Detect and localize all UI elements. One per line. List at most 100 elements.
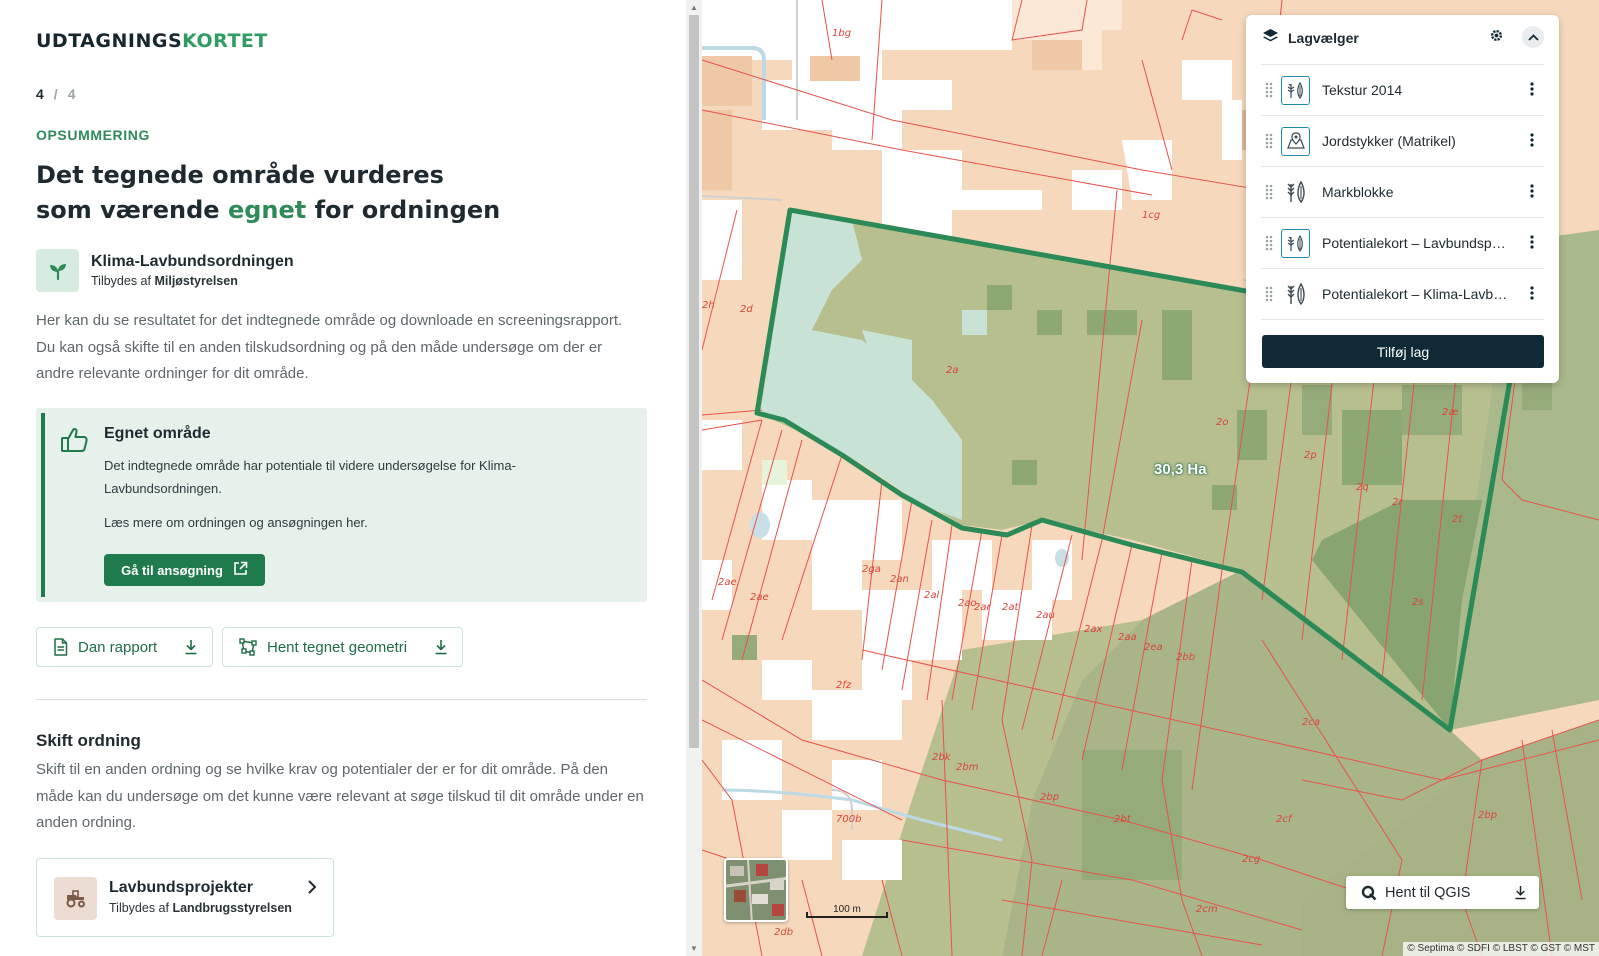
layer-row-potentialekort-klima[interactable]: Potentialekort – Klima-Lavbundsordningen	[1261, 268, 1544, 319]
svg-text:2ae: 2ae	[718, 577, 737, 588]
svg-text:2ca: 2ca	[1302, 717, 1320, 728]
result-alert: Egnet område Det indtegnede område har p…	[36, 408, 647, 602]
download-icon	[434, 639, 448, 655]
scheme-card-provider: Tilbydes af Landbrugsstyrelsen	[109, 901, 292, 915]
svg-text:2q: 2q	[1356, 482, 1369, 493]
svg-text:2al: 2al	[924, 590, 939, 601]
svg-text:2a: 2a	[946, 365, 959, 376]
scheme-card-provider-name: Landbrugsstyrelsen	[172, 901, 292, 915]
generate-report-label: Dan rapport	[78, 638, 158, 656]
texture-icon	[1281, 75, 1310, 105]
qgis-icon	[1361, 885, 1377, 901]
collapse-chevron-up-icon[interactable]	[1522, 26, 1544, 48]
scale-bar: 100 m	[806, 904, 888, 920]
svg-text:2bp: 2bp	[1040, 792, 1059, 803]
basemap-toggle-thumbnail[interactable]	[724, 858, 788, 922]
apply-button-label: Gå til ansøgning	[121, 562, 223, 578]
logo-text-2: KORTET	[182, 30, 268, 52]
crop-icon	[1281, 178, 1310, 207]
scheme-provider: Tilbydes af Miljøstyrelsen	[91, 274, 294, 288]
parcel-icon	[1281, 126, 1310, 156]
more-options-icon[interactable]	[1530, 235, 1534, 249]
layer-name: Potentialekort – Klima-Lavbundsordningen	[1322, 286, 1510, 302]
svg-text:2d: 2d	[740, 304, 753, 315]
app-logo[interactable]: UDTAGNINGSKORTET	[36, 30, 268, 52]
drag-handle-icon[interactable]	[1265, 82, 1273, 98]
svg-text:2cg: 2cg	[1242, 854, 1260, 865]
scroll-down-arrow[interactable]: ▼	[690, 944, 698, 953]
section-eyebrow: OPSUMMERING	[36, 127, 150, 143]
add-layer-button[interactable]: Tilføj lag	[1262, 335, 1544, 368]
map-view[interactable]: 1bg 1cg 2d 2a 2o 2p 2q 2r 2t 2s 2æ 2ga 2…	[702, 0, 1599, 956]
thumbs-up-icon	[60, 426, 90, 459]
sprout-icon	[36, 249, 79, 292]
layer-row-jordstykker[interactable]: Jordstykker (Matrikel)	[1261, 115, 1544, 166]
sidebar-panel: UDTAGNINGSKORTET 4 / 4 OPSUMMERING Det teg…	[0, 0, 686, 956]
external-link-icon	[233, 561, 248, 579]
download-icon	[184, 639, 198, 655]
export-qgis-button[interactable]: Hent til QGIS	[1346, 876, 1539, 909]
svg-text:2an: 2an	[890, 574, 909, 585]
step-total: 4	[67, 86, 76, 102]
headline-line-1: Det tegnede område vurderes	[36, 161, 444, 189]
layer-row-tekstur[interactable]: Tekstur 2014	[1261, 64, 1544, 115]
svg-text:2s: 2s	[1412, 597, 1424, 608]
svg-text:1bg: 1bg	[832, 28, 851, 39]
svg-text:2ax: 2ax	[1084, 624, 1102, 635]
layer-row-potentialekort-lavbund[interactable]: Potentialekort – Lavbundsprojekter	[1261, 217, 1544, 268]
svg-text:2fz: 2fz	[836, 680, 852, 691]
export-qgis-label: Hent til QGIS	[1385, 884, 1471, 901]
more-options-icon[interactable]	[1530, 133, 1534, 147]
scheme-name: Klima-Lavbundsordningen	[91, 253, 294, 270]
layer-selector-panel: Lagvælger Tekstur 2014 Jordstykker (Matr…	[1246, 15, 1559, 383]
more-options-icon[interactable]	[1530, 286, 1534, 300]
svg-text:2ga: 2ga	[862, 564, 881, 575]
svg-text:700b: 700b	[836, 814, 861, 825]
scheme-provider-prefix: Tilbydes af	[91, 274, 151, 288]
drag-handle-icon[interactable]	[1265, 184, 1273, 200]
svg-text:2æ: 2æ	[1442, 407, 1458, 418]
scheme-card-lavbundsprojekter[interactable]: Lavbundsprojekter Tilbydes af Landbrugss…	[36, 858, 334, 937]
layer-panel-title: Lagvælger	[1288, 30, 1359, 46]
scrollbar-thumb[interactable]	[689, 15, 699, 748]
apply-button[interactable]: Gå til ansøgning	[104, 554, 265, 586]
scroll-up-arrow[interactable]: ▲	[690, 3, 698, 12]
scheme-provider-name: Miljøstyrelsen	[154, 274, 238, 288]
download-icon	[1514, 885, 1527, 900]
svg-text:1cg: 1cg	[1142, 210, 1160, 221]
svg-text:2cm: 2cm	[1196, 904, 1218, 915]
gear-icon[interactable]	[1489, 28, 1504, 48]
drag-handle-icon[interactable]	[1265, 235, 1273, 251]
svg-text:2ae: 2ae	[750, 592, 769, 603]
layers-icon	[1262, 28, 1279, 50]
document-icon	[53, 638, 68, 656]
svg-text:2db: 2db	[774, 927, 793, 938]
layer-list-end-divider	[1261, 319, 1544, 320]
svg-text:2aa: 2aa	[1118, 632, 1137, 643]
selected-scheme: Klima-Lavbundsordningen Tilbydes af Milj…	[36, 249, 294, 292]
download-geometry-button[interactable]: Hent tegnet geometri	[222, 627, 463, 667]
layer-row-markblokke[interactable]: Markblokke	[1261, 166, 1544, 217]
alert-more-link[interactable]: Læs mere om ordningen og ansøgningen her…	[104, 515, 368, 530]
alert-title: Egnet område	[104, 425, 211, 442]
svg-text:2o: 2o	[1216, 417, 1228, 428]
map-attribution[interactable]: © Septima © SDFI © LBST © GST © MST	[1403, 942, 1599, 956]
svg-text:2at: 2at	[1002, 602, 1019, 613]
drag-handle-icon[interactable]	[1265, 133, 1273, 149]
layer-panel-header: Lagvælger	[1246, 15, 1559, 63]
step-current: 4	[36, 86, 44, 102]
more-options-icon[interactable]	[1530, 82, 1534, 96]
generate-report-button[interactable]: Dan rapport	[36, 627, 213, 667]
more-options-icon[interactable]	[1530, 184, 1534, 198]
potential-icon	[1281, 228, 1310, 258]
headline-line-2-end: for ordningen	[314, 196, 501, 224]
drag-handle-icon[interactable]	[1265, 286, 1273, 302]
sidebar-scrollbar[interactable]: ▲ ▼	[686, 0, 702, 956]
layer-name: Markblokke	[1322, 184, 1394, 200]
svg-text:2cf: 2cf	[1276, 814, 1293, 825]
svg-text:2p: 2p	[1304, 450, 1317, 461]
step-indicator: 4 / 4	[36, 86, 75, 102]
download-geometry-label: Hent tegnet geometri	[267, 638, 408, 656]
intro-text: Her kan du se resultatet for det indtegn…	[36, 312, 623, 382]
section-divider	[36, 699, 647, 700]
